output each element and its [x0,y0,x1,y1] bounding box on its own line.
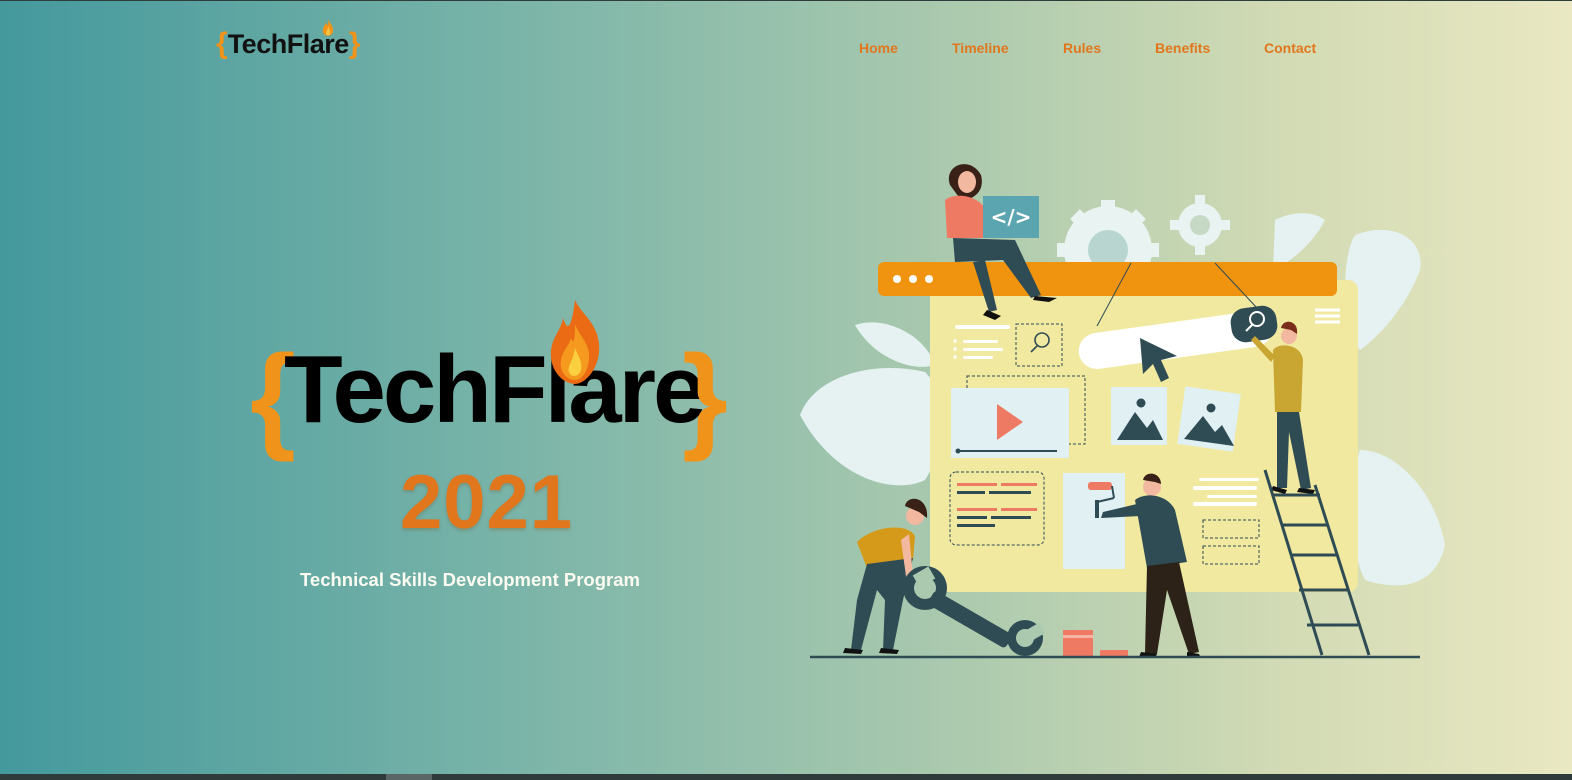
top-border [0,0,1572,1]
code-icon: </> [991,205,1032,229]
logo-text: TechFlare [228,18,349,60]
nav-contact[interactable]: Contact [1264,40,1316,56]
site-logo[interactable]: { TechFlare } [216,18,361,66]
scrollbar-thumb[interactable] [386,774,432,780]
nav-benefits[interactable]: Benefits [1155,40,1210,56]
gear-icon [1170,195,1230,255]
image-icon [1111,387,1167,445]
logo-brace-close: } [348,27,361,60]
hero-illustration: </> [800,164,1445,659]
flame-icon [550,300,600,384]
hero-tagline: Technical Skills Development Program [300,569,640,590]
hero-logo: { TechFlare } [250,300,728,470]
hero-year: 2021 [400,460,574,545]
hero-title: TechFlare [284,336,706,443]
flame-icon [322,18,333,36]
nav-home[interactable]: Home [859,40,898,56]
horizontal-scrollbar[interactable] [0,774,1572,780]
hero-brace-close: } [682,331,728,463]
logo-brace-open: { [216,27,228,60]
nav-timeline[interactable]: Timeline [952,40,1009,56]
nav-rules[interactable]: Rules [1063,40,1101,56]
image-icon [1177,386,1241,452]
